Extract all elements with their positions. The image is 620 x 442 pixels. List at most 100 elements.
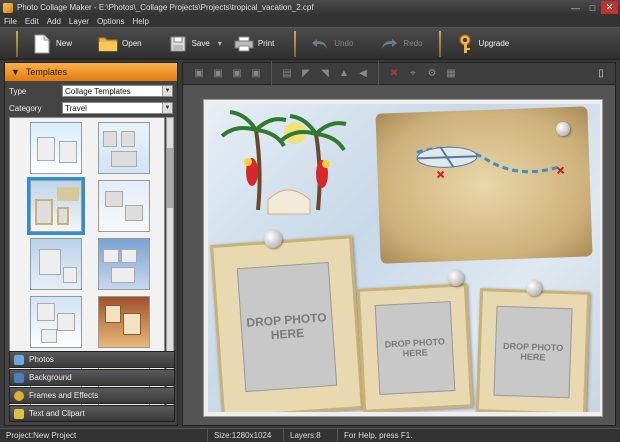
send-to-back-icon[interactable]: ▣ (248, 66, 264, 82)
page-icon[interactable]: ▯ (593, 66, 609, 82)
save-button[interactable]: Save (162, 30, 216, 58)
align-icon[interactable]: ▤ (279, 66, 295, 82)
save-label: Save (191, 39, 210, 48)
properties-icon[interactable]: ▦ (443, 66, 459, 82)
print-button[interactable]: Print (228, 30, 280, 58)
window-title: Photo Collage Maker - E:\Photos\_Collage… (17, 3, 314, 12)
template-thumbnail[interactable] (98, 238, 150, 290)
menu-bar: File Edit Add Layer Options Help (0, 15, 620, 27)
undo-label: Undo (334, 39, 354, 48)
template-thumbnail[interactable] (98, 122, 150, 174)
collapse-arrow-icon: ▼ (11, 67, 20, 77)
accordion-frames-label: Frames and Effects (29, 391, 99, 400)
template-thumbnail[interactable] (98, 296, 150, 348)
templates-panel-header[interactable]: ▼ Templates (5, 63, 177, 81)
accordion-photos-label: Photos (29, 355, 54, 364)
background-icon (14, 372, 24, 383)
maximize-button[interactable]: □ (584, 1, 601, 14)
templates-title: Templates (25, 67, 67, 77)
template-thumbnail[interactable] (30, 122, 82, 174)
accordion-text-clipart-label: Text and Clipart (29, 409, 85, 418)
undo-icon (310, 33, 330, 55)
status-layers: Layers:8 (284, 429, 338, 442)
template-thumbnail-selected[interactable] (27, 177, 85, 235)
status-project: Project:New Project (0, 429, 208, 442)
category-select[interactable]: Travel ▼ (62, 102, 173, 114)
type-value: Collage Templates (65, 86, 131, 96)
send-backward-icon[interactable]: ▣ (229, 66, 245, 82)
crop-icon[interactable]: ⌖ (405, 66, 421, 82)
menu-layer[interactable]: Layer (69, 17, 89, 26)
canvas-container: DROP PHOTO HERE DROP PHOTO HERE DROP PHO… (203, 99, 603, 417)
pin-clipart[interactable] (448, 270, 464, 286)
template-thumbnail[interactable] (98, 180, 150, 232)
photo-slot-3[interactable]: DROP PHOTO HERE (493, 305, 573, 399)
collage-canvas[interactable]: DROP PHOTO HERE DROP PHOTO HERE DROP PHO… (208, 104, 600, 412)
print-label: Print (257, 39, 275, 48)
main-toolbar: New Open Save ▾ Print Undo Redo Upgrade (0, 27, 620, 60)
menu-options[interactable]: Options (97, 17, 125, 26)
category-label: Category (9, 103, 42, 113)
rotate-right-icon[interactable]: ◥ (317, 66, 333, 82)
flip-horizontal-icon[interactable]: ▲ (336, 66, 352, 82)
pin-clipart[interactable] (264, 230, 282, 248)
frames-icon (14, 390, 24, 401)
toolbar-separator (16, 30, 18, 57)
menu-help[interactable]: Help (133, 17, 149, 26)
photo-slot-2[interactable]: DROP PHOTO HERE (374, 301, 456, 395)
pin-clipart[interactable] (526, 280, 542, 296)
status-bar: Project:New Project Size:1280x1024 Layer… (0, 428, 620, 442)
accordion-background-label: Background (29, 373, 72, 382)
accordion-text-clipart[interactable]: Text and Clipart (9, 405, 175, 422)
layer-toolbar: ▣ ▣ ▣ ▣ ▤ ◤ ◥ ▲ ◀ ✖ ⌖ ⚙ ▦ ▯ (183, 60, 615, 87)
palm-tree-clipart[interactable] (218, 110, 358, 220)
template-thumbnail[interactable] (30, 238, 82, 290)
pin-clipart[interactable] (556, 122, 570, 136)
upgrade-label: Upgrade (478, 39, 510, 48)
accordion-frames[interactable]: Frames and Effects (9, 387, 175, 404)
drop-photo-text-2: DROP PHOTO HERE (384, 336, 446, 359)
text-clipart-icon (14, 408, 24, 419)
drop-photo-text-3: DROP PHOTO HERE (502, 340, 564, 363)
redo-button[interactable]: Redo (373, 30, 428, 58)
menu-add[interactable]: Add (47, 17, 61, 26)
bring-to-front-icon[interactable]: ▣ (191, 66, 207, 82)
photo-frame-1[interactable]: DROP PHOTO HERE (210, 235, 364, 412)
new-button[interactable]: New (26, 30, 78, 58)
floppy-disk-icon (168, 33, 188, 55)
menu-edit[interactable]: Edit (25, 17, 39, 26)
photo-slot-1[interactable]: DROP PHOTO HERE (236, 261, 338, 393)
scrollbar-thumb[interactable] (167, 148, 173, 208)
new-document-icon (32, 33, 52, 55)
photos-icon (14, 354, 24, 365)
toolbar-separator (271, 60, 272, 87)
category-value: Travel (65, 103, 87, 113)
minimize-button[interactable]: — (567, 1, 584, 14)
photo-frame-3[interactable]: DROP PHOTO HERE (475, 288, 591, 412)
flip-vertical-icon[interactable]: ◀ (355, 66, 371, 82)
type-row: Type Collage Templates ▼ (5, 84, 177, 98)
delete-icon[interactable]: ✖ (386, 66, 402, 82)
toolbar-separator (378, 60, 379, 87)
undo-button[interactable]: Undo (304, 30, 359, 58)
type-select[interactable]: Collage Templates ▼ (62, 85, 173, 97)
open-button[interactable]: Open (92, 30, 148, 58)
app-icon (3, 2, 13, 13)
close-button[interactable]: ✕ (601, 1, 618, 14)
save-dropdown-button[interactable]: ▾ (216, 30, 224, 58)
upgrade-button[interactable]: Upgrade (449, 30, 516, 58)
rotate-left-icon[interactable]: ◤ (298, 66, 314, 82)
chevron-down-icon: ▼ (162, 103, 172, 113)
bring-forward-icon[interactable]: ▣ (210, 66, 226, 82)
open-label: Open (122, 39, 142, 48)
accordion-photos[interactable]: Photos (9, 351, 175, 368)
menu-file[interactable]: File (4, 17, 17, 26)
photo-frame-2[interactable]: DROP PHOTO HERE (356, 283, 474, 412)
key-icon (455, 33, 475, 55)
toolbar-separator (438, 30, 441, 57)
redo-label: Redo (403, 39, 423, 48)
settings-gear-icon[interactable]: ⚙ (424, 66, 440, 82)
accordion-background[interactable]: Background (9, 369, 175, 386)
templates-panel: ▼ Templates Type Collage Templates ▼ Cat… (4, 62, 178, 426)
template-thumbnail[interactable] (30, 296, 82, 348)
